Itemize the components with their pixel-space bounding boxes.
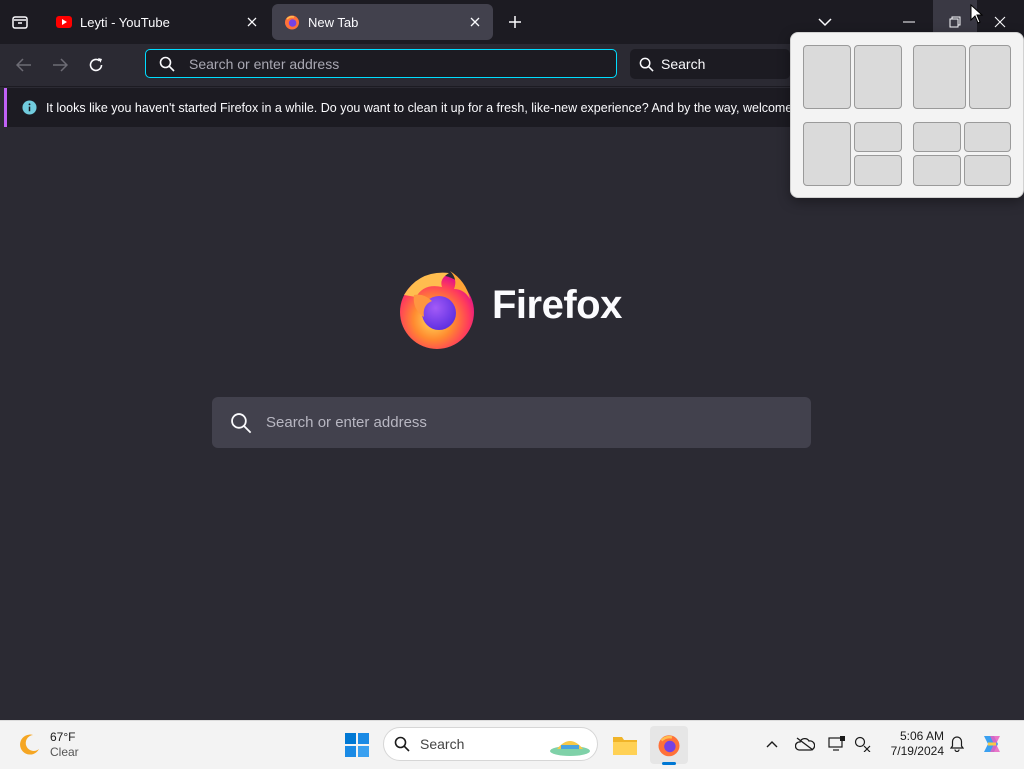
reload-icon [89,58,103,72]
snap-layout-4-bottom-right[interactable] [964,155,1011,186]
chevron-up-icon [766,741,778,748]
firefox-taskbar-button[interactable] [650,726,688,764]
address-input[interactable] [187,54,591,73]
file-explorer-button[interactable] [608,728,642,762]
notification-bell-icon [950,736,964,752]
copilot-button[interactable] [978,730,1006,758]
tab-title: Leyti - YouTube [80,14,170,30]
forward-button[interactable] [48,53,72,77]
clock-time: 5:06 AM [899,729,944,743]
minimize-icon [903,21,915,23]
snap-layout-3-bottom-right[interactable] [854,155,902,186]
onedrive-button[interactable] [794,734,816,754]
display-icon[interactable] [826,734,848,754]
start-button[interactable] [340,728,374,762]
search-icon [394,736,410,752]
firefox-logo [394,265,480,351]
snap-layout-3-top-right[interactable] [854,122,902,152]
taskbar-search-label: Search [420,736,465,752]
firefox-icon [658,735,680,757]
tab-list-icon[interactable] [8,10,32,34]
firefox-wordmark: Firefox [492,283,622,327]
tab-new-tab[interactable]: New Tab [272,4,493,40]
new-tab-button[interactable] [503,10,527,34]
close-icon[interactable] [244,14,260,30]
weather-widget[interactable]: 67°F Clear [16,728,106,762]
show-hidden-icons-button[interactable] [762,734,782,754]
forward-icon [53,58,68,72]
search-highlight-icon [550,741,590,756]
address-bar[interactable] [145,49,617,78]
youtube-icon [56,14,72,30]
firefox-icon [284,14,300,30]
content-search-box[interactable]: Search or enter address [212,397,811,448]
weather-condition: Clear [50,745,79,759]
snap-layout-3-left[interactable] [803,122,851,186]
content-search-placeholder: Search or enter address [266,414,427,431]
search-icon [639,57,654,72]
search-bar[interactable]: Search [630,49,790,79]
notification-bar: It looks like you haven't started Firefo… [4,88,826,127]
back-icon [16,58,31,72]
onedrive-icon [795,737,815,751]
notification-text: It looks like you haven't started Firefo… [46,100,826,115]
search-icon [159,56,175,72]
snap-layout-4-top-right[interactable] [964,122,1011,152]
taskbar-search[interactable]: Search [383,727,598,761]
clock-date: 7/19/2024 [890,744,944,758]
notification-center-button[interactable] [946,734,968,754]
snap-layouts-flyout [790,32,1024,198]
network-status-icon[interactable] [852,734,874,754]
search-icon [231,412,252,433]
firefox-icon [400,271,474,349]
mouse-cursor [970,3,984,29]
snap-layout-1-right[interactable] [854,45,902,109]
search-bar-label: Search [661,56,706,72]
close-icon[interactable] [467,14,483,30]
snap-layout-1-left[interactable] [803,45,851,109]
weather-temp: 67°F [50,730,76,744]
snap-layout-2-left[interactable] [913,45,966,109]
info-icon [22,100,37,115]
chevron-down-icon [818,18,832,27]
windows-start-icon [345,733,369,757]
snap-layout-2-right[interactable] [969,45,1011,109]
close-icon [994,16,1006,28]
copilot-icon [984,736,1000,752]
plus-icon [509,16,521,28]
snap-layout-4-top-left[interactable] [913,122,961,152]
clock[interactable]: 5:06 AM 7/19/2024 [880,729,944,759]
restore-icon [949,16,961,28]
snap-layout-4-bottom-left[interactable] [913,155,961,186]
reload-button[interactable] [84,53,108,77]
tab-youtube[interactable]: Leyti - YouTube [44,4,270,40]
file-explorer-icon [613,737,637,755]
moon-icon [20,734,39,755]
list-all-tabs-button[interactable] [813,10,837,34]
back-button[interactable] [12,53,36,77]
tab-title: New Tab [308,14,359,30]
active-app-indicator [662,762,676,765]
